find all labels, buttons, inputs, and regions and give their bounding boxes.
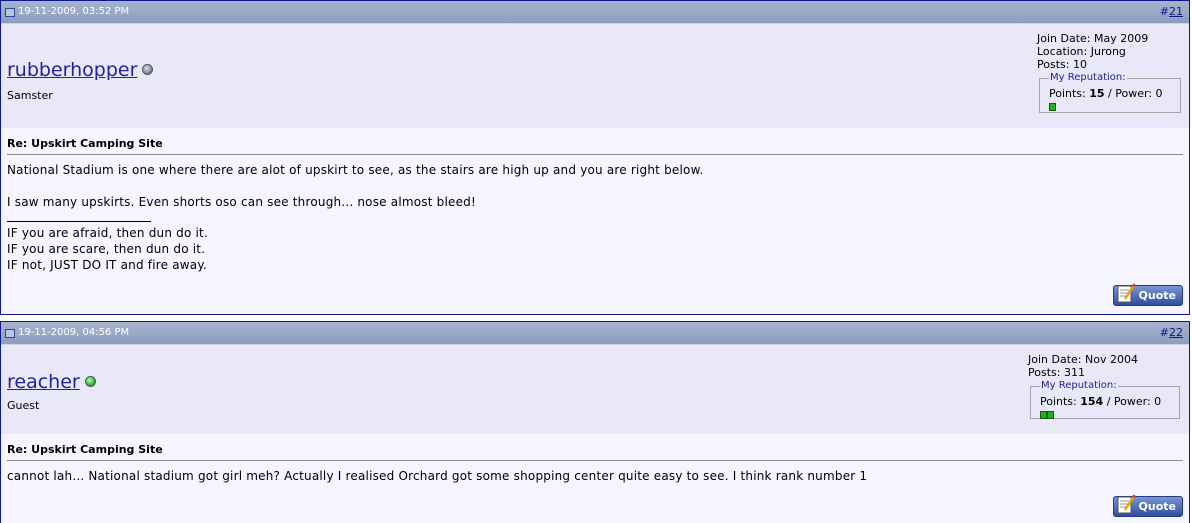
reputation-pips [1049, 101, 1174, 115]
post-body: Re: Upskirt Camping Site National Stadiu… [1, 128, 1189, 273]
reputation-box: My Reputation: Points: 154 / Power: 0 [1030, 379, 1180, 419]
post-icon [5, 8, 15, 17]
post-header: 19-11-2009, 04:56 PM #22 [1, 322, 1189, 345]
power-text: / Power: 0 [1104, 87, 1163, 100]
quote-button[interactable]: Quote [1113, 283, 1183, 306]
post-icon [5, 329, 15, 338]
reputation-legend: My Reputation: [1041, 380, 1117, 391]
user-info-row: reacher Guest Join Date: Nov 2004 Posts:… [1, 345, 1189, 434]
message-title: Re: Upskirt Camping Site [7, 443, 163, 456]
reputation-pip-icon[interactable] [1047, 411, 1054, 419]
message-line: National Stadium is one where there are … [7, 163, 704, 177]
post-count: Posts: 311 [1028, 366, 1085, 379]
post-number: #22 [1160, 322, 1183, 344]
reputation-box: My Reputation: Points: 15 / Power: 0 [1039, 71, 1181, 113]
message-line: ​ [7, 178, 1183, 194]
power-text: / Power: 0 [1103, 395, 1162, 408]
post-date: 19-11-2009, 04:56 PM [5, 322, 129, 344]
post-number-link[interactable]: 22 [1169, 326, 1183, 339]
user-online-icon [84, 375, 96, 387]
post-number: #21 [1160, 1, 1183, 23]
post-header: 19-11-2009, 03:52 PM #21 [1, 1, 1189, 24]
join-date: Join Date: Nov 2004 [1028, 353, 1138, 366]
post-date-text: 19-11-2009, 03:52 PM [18, 6, 130, 17]
reputation-points: Points: 15 / Power: 0 [1049, 87, 1174, 101]
message-line: cannot lah... National stadium got girl … [7, 469, 868, 483]
user-title: Samster [7, 89, 53, 102]
post-22: 19-11-2009, 04:56 PM #22 reacher Guest J… [0, 321, 1190, 523]
quote-icon [1117, 283, 1136, 303]
quote-icon [1117, 494, 1136, 514]
post-date-text: 19-11-2009, 04:56 PM [18, 327, 130, 338]
points-value: 15 [1089, 87, 1105, 100]
username-link[interactable]: rubberhopper [7, 59, 154, 81]
user-stats: Join Date: Nov 2004 Posts: 311 My Reputa… [1028, 353, 1180, 419]
reputation-pips [1040, 409, 1173, 423]
points-label: Points: [1040, 395, 1081, 408]
post-21: 19-11-2009, 03:52 PM #21 rubberhopper Sa… [0, 0, 1190, 315]
signature-line: IF you are afraid, then dun do it. [7, 226, 208, 240]
post-count: Posts: 10 [1037, 58, 1087, 71]
quote-label[interactable]: Quote [1139, 289, 1176, 302]
quote-label[interactable]: Quote [1139, 500, 1176, 513]
reputation-pip-icon[interactable] [1040, 411, 1047, 419]
signature-divider [7, 221, 151, 222]
signature-line: IF you are scare, then dun do it. [7, 242, 206, 256]
reputation-legend: My Reputation: [1050, 72, 1126, 83]
points-label: Points: [1049, 87, 1090, 100]
points-value: 154 [1080, 395, 1104, 408]
quote-button[interactable]: Quote [1113, 494, 1183, 517]
title-divider [7, 460, 1183, 461]
post-date: 19-11-2009, 03:52 PM [5, 1, 129, 23]
post-number-prefix: # [1159, 5, 1169, 18]
user-stats: Join Date: May 2009 Location: Jurong Pos… [1037, 32, 1181, 113]
location: Location: Jurong [1037, 45, 1126, 58]
user-title: Guest [7, 399, 40, 412]
post-number-prefix: # [1159, 326, 1169, 339]
join-date: Join Date: May 2009 [1037, 32, 1149, 45]
title-divider [7, 154, 1183, 155]
user-offline-icon [142, 63, 154, 75]
reputation-points: Points: 154 / Power: 0 [1040, 395, 1173, 409]
username-link[interactable]: reacher [7, 371, 96, 393]
username-text[interactable]: reacher [7, 371, 80, 393]
message-title: Re: Upskirt Camping Site [7, 137, 163, 150]
post-body: Re: Upskirt Camping Site cannot lah... N… [1, 434, 1189, 484]
post-number-link[interactable]: 21 [1169, 5, 1183, 18]
message-line: I saw many upskirts. Even shorts oso can… [7, 195, 477, 209]
reputation-pip-icon[interactable] [1049, 103, 1056, 111]
user-info-row: rubberhopper Samster Join Date: May 2009… [1, 24, 1189, 128]
username-text[interactable]: rubberhopper [7, 59, 137, 81]
signature-line: IF not, JUST DO IT and fire away. [7, 258, 207, 272]
